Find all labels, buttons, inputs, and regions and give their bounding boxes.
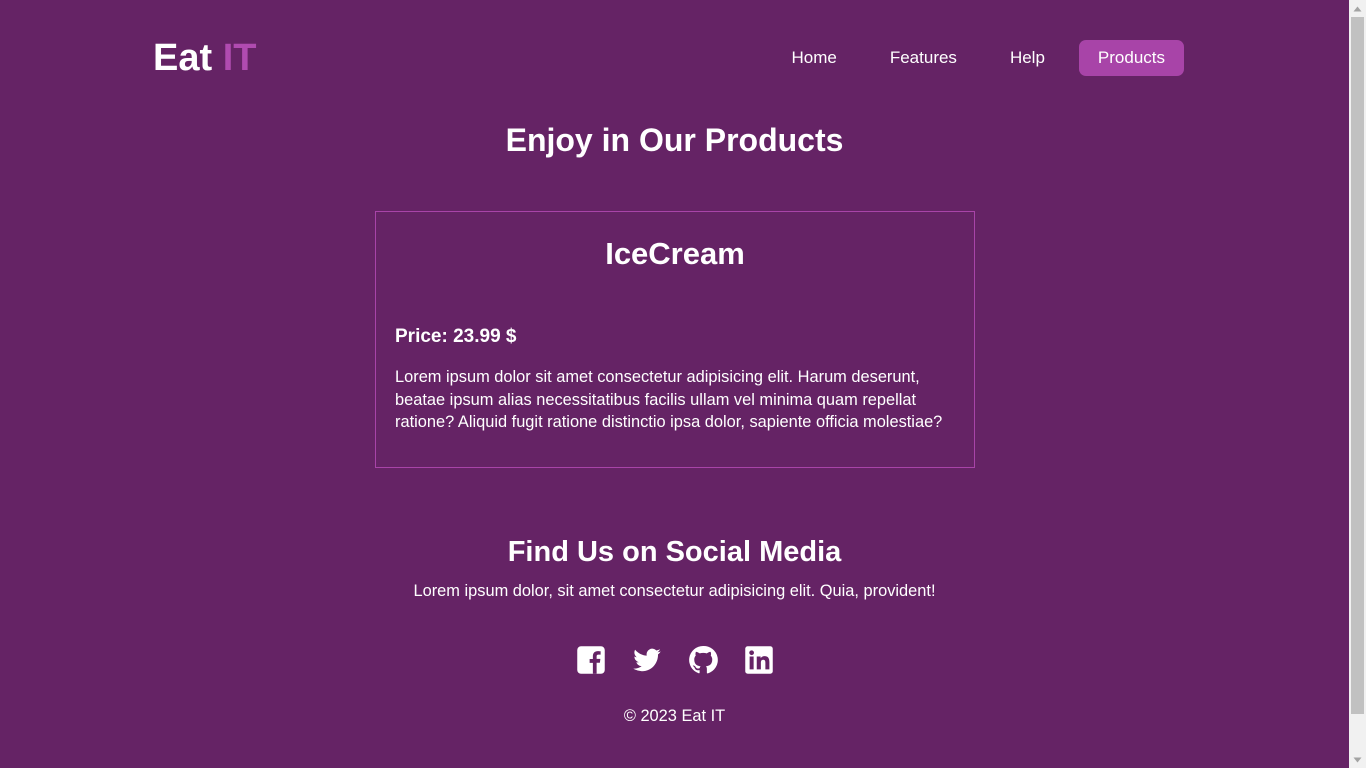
logo-main: Eat bbox=[153, 37, 213, 79]
copyright: © 2023 Eat IT bbox=[623, 707, 726, 725]
product-description: Lorem ipsum dolor sit amet consectetur a… bbox=[395, 368, 943, 431]
product-card: IceCream Price: 23.99 $ Lorem ipsum dolo… bbox=[375, 211, 975, 468]
scroll-up-arrow-icon[interactable] bbox=[1349, 0, 1366, 17]
logo[interactable]: Eat IT bbox=[153, 36, 256, 80]
nav-features[interactable]: Features bbox=[871, 40, 976, 76]
scroll-thumb[interactable] bbox=[1351, 17, 1364, 714]
social-title: Find Us on Social Media bbox=[507, 536, 842, 568]
social-text: Lorem ipsum dolor, sit amet consectetur … bbox=[413, 582, 936, 600]
nav-products[interactable]: Products bbox=[1078, 40, 1184, 76]
linkedin-icon[interactable] bbox=[744, 645, 774, 675]
facebook-icon[interactable] bbox=[576, 645, 606, 675]
main-nav: Home Features Help Products bbox=[757, 40, 1184, 76]
logo-accent: IT bbox=[222, 37, 257, 79]
github-icon[interactable] bbox=[688, 645, 718, 675]
products-title: Enjoy in Our Products bbox=[505, 122, 844, 158]
vertical-scrollbar[interactable] bbox=[1349, 0, 1366, 768]
twitter-icon[interactable] bbox=[632, 645, 662, 675]
scroll-down-arrow-icon[interactable] bbox=[1349, 751, 1366, 768]
social-icons bbox=[0, 645, 1349, 675]
product-price: Price: 23.99 $ bbox=[395, 326, 517, 347]
page: Eat IT Home Features Help Products Enjoy… bbox=[0, 0, 1349, 768]
product-name: IceCream bbox=[605, 236, 745, 271]
nav-help[interactable]: Help bbox=[991, 40, 1064, 76]
nav-home[interactable]: Home bbox=[772, 40, 855, 76]
